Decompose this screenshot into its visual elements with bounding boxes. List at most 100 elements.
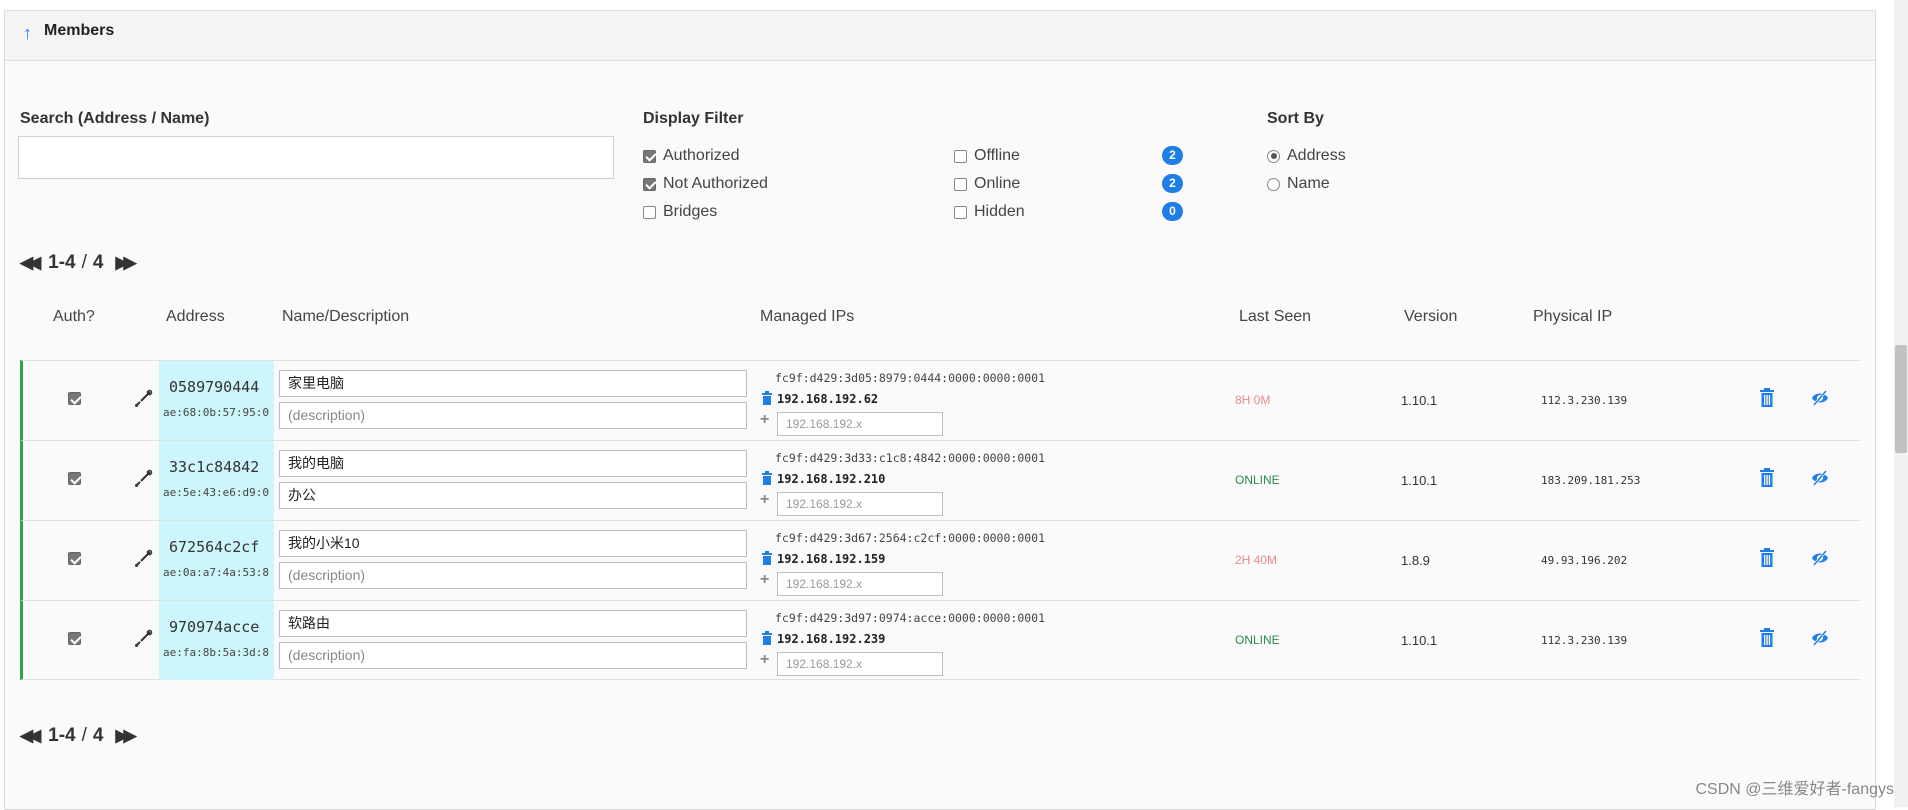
filter-hidden[interactable]: Hidden [954,203,1025,221]
add-ip-input[interactable]: 192.168.192.x [777,412,943,436]
plus-icon[interactable]: + [760,651,769,669]
filter-bridges-checkbox[interactable] [643,206,656,219]
scrollbar-thumb[interactable] [1895,345,1907,453]
ipv6-address: fc9f:d429:3d33:c1c8:4842:0000:0000:0001 [775,451,1045,465]
col-physical-ip[interactable]: Physical IP [1533,308,1612,326]
filter-offline-checkbox[interactable] [954,150,967,163]
filter-online-label: Online [974,175,1020,193]
wrench-icon[interactable] [133,469,153,489]
physical-ip: 49.93.196.202 [1541,554,1627,567]
version: 1.10.1 [1401,393,1437,408]
search-input[interactable] [18,136,614,179]
sort-name[interactable]: Name [1267,175,1330,193]
sort-name-radio[interactable] [1267,178,1280,191]
auth-checkbox[interactable] [68,632,81,645]
col-managed-ips[interactable]: Managed IPs [760,308,854,326]
delete-member-icon[interactable] [1759,628,1775,647]
filter-offline-label: Offline [974,147,1020,165]
col-version[interactable]: Version [1404,308,1457,326]
remove-ip-icon[interactable] [761,391,773,405]
delete-member-icon[interactable] [1759,548,1775,567]
mac-address: ae:5e:43:e6:d9:0 [163,486,269,499]
plus-icon[interactable]: + [760,571,769,589]
plus-icon[interactable]: + [760,491,769,509]
col-name[interactable]: Name/Description [282,308,409,326]
description-field[interactable]: (description) [279,402,747,429]
remove-ip-icon[interactable] [761,551,773,565]
col-auth[interactable]: Auth? [53,308,95,326]
filter-hidden-checkbox[interactable] [954,206,967,219]
mac-address: ae:fa:8b:5a:3d:8 [163,646,269,659]
page-next-icon[interactable]: ▶▶ [115,253,131,273]
physical-ip: 112.3.230.139 [1541,394,1627,407]
eye-slash-icon[interactable] [1811,469,1829,487]
filter-authorized-checkbox[interactable] [643,150,656,163]
pager-total: 4 [93,252,104,274]
page-prev-icon[interactable]: ◀◀ [20,253,36,273]
name-field[interactable]: 我的电脑 [279,450,747,477]
pager-separator: / [82,725,87,747]
node-id: 33c1c84842 [169,458,259,476]
description-field[interactable]: (description) [279,562,747,589]
eye-slash-icon[interactable] [1811,549,1829,567]
ipv4-address: 192.168.192.62 [777,392,878,406]
remove-ip-icon[interactable] [761,471,773,485]
eye-slash-icon[interactable] [1811,389,1829,407]
members-table: 0589790444 ae:68:0b:57:95:0 家里电脑 (descri… [20,360,1860,682]
name-field[interactable]: 家里电脑 [279,370,747,397]
filter-not-authorized-checkbox[interactable] [643,178,656,191]
pager-bottom: ◀◀ 1-4 / 4 ▶▶ [20,725,132,747]
col-last-seen[interactable]: Last Seen [1239,308,1311,326]
last-seen: 8H 0M [1235,393,1270,407]
filter-offline[interactable]: Offline [954,147,1020,165]
address-cell: 0589790444 ae:68:0b:57:95:0 [159,361,274,440]
wrench-icon[interactable] [133,389,153,409]
filter-authorized[interactable]: Authorized [643,147,740,165]
table-row: 672564c2cf ae:0a:a7:4a:53:8 我的小米10 (desc… [20,520,1860,600]
pager-separator: / [82,252,87,274]
filter-not-authorized-label: Not Authorized [663,175,768,193]
add-ip-input[interactable]: 192.168.192.x [777,572,943,596]
auth-checkbox[interactable] [68,392,81,405]
page-prev-icon[interactable]: ◀◀ [20,726,36,746]
sort-name-label: Name [1287,175,1330,193]
eye-slash-icon[interactable] [1811,629,1829,647]
last-seen: ONLINE [1235,473,1280,487]
col-address[interactable]: Address [166,308,225,326]
wrench-icon[interactable] [133,629,153,649]
members-header[interactable]: ↑ Members [5,11,1875,61]
name-field[interactable]: 我的小米10 [279,530,747,557]
add-ip-input[interactable]: 192.168.192.x [777,652,943,676]
search-label: Search (Address / Name) [20,110,209,128]
node-id: 0589790444 [169,378,259,396]
collapse-arrow-icon[interactable]: ↑ [23,23,32,44]
auth-checkbox[interactable] [68,552,81,565]
address-cell: 970974acce ae:fa:8b:5a:3d:8 [159,601,274,680]
remove-ip-icon[interactable] [761,631,773,645]
node-id: 672564c2cf [169,538,259,556]
auth-checkbox[interactable] [68,472,81,485]
filter-online-checkbox[interactable] [954,178,967,191]
wrench-icon[interactable] [133,549,153,569]
description-field[interactable]: 办公 [279,482,747,509]
page-next-icon[interactable]: ▶▶ [115,726,131,746]
filter-not-authorized[interactable]: Not Authorized [643,175,768,193]
plus-icon[interactable]: + [760,411,769,429]
delete-member-icon[interactable] [1759,468,1775,487]
members-title: Members [44,22,114,40]
mac-address: ae:0a:a7:4a:53:8 [163,566,269,579]
add-ip-input[interactable]: 192.168.192.x [777,492,943,516]
sort-address[interactable]: Address [1267,147,1346,165]
delete-member-icon[interactable] [1759,388,1775,407]
name-field[interactable]: 软路由 [279,610,747,637]
sort-address-label: Address [1287,147,1346,165]
node-id: 970974acce [169,618,259,636]
filter-authorized-label: Authorized [663,147,740,165]
table-row: 33c1c84842 ae:5e:43:e6:d9:0 我的电脑 办公 fc9f… [20,440,1860,520]
description-field[interactable]: (description) [279,642,747,669]
filter-online[interactable]: Online [954,175,1020,193]
sort-address-radio[interactable] [1267,150,1280,163]
table-row: 970974acce ae:fa:8b:5a:3d:8 软路由 (descrip… [20,600,1860,680]
address-cell: 33c1c84842 ae:5e:43:e6:d9:0 [159,441,274,520]
filter-bridges[interactable]: Bridges [643,203,717,221]
